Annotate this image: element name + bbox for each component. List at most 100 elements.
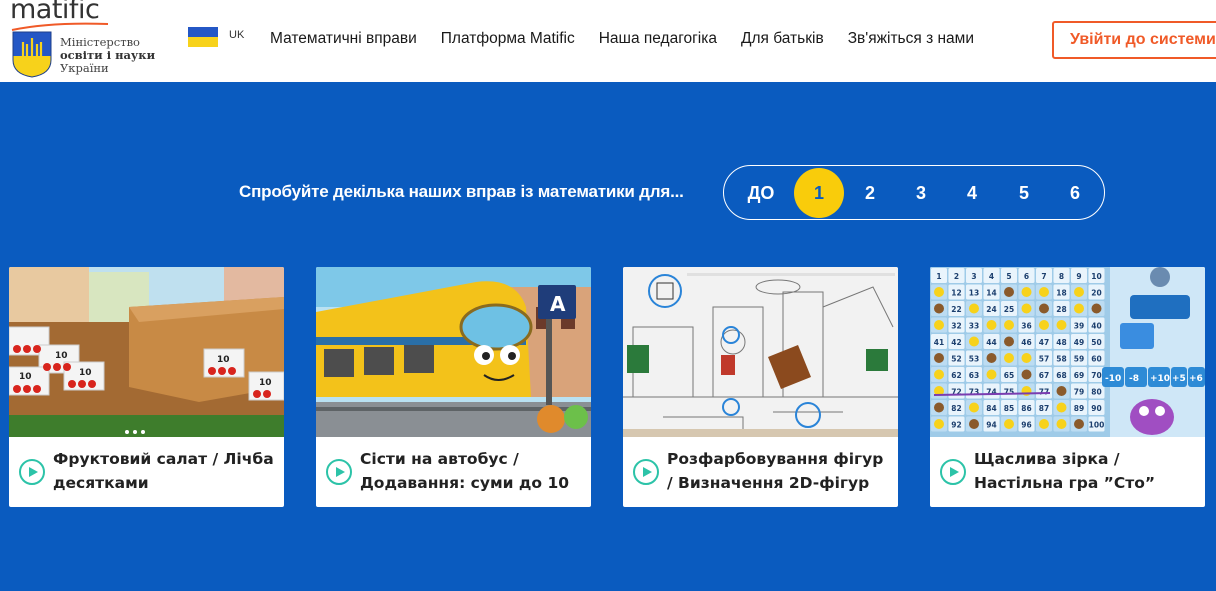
play-icon[interactable]: [940, 459, 966, 485]
nav-contact[interactable]: Зв'яжіться з нами: [848, 30, 974, 48]
bag-icon: [986, 353, 997, 363]
board-cell-number: 20: [1091, 289, 1101, 298]
star-icon: [1004, 353, 1014, 363]
fruit-box-label: 10: [259, 378, 272, 388]
star-icon: [1074, 303, 1084, 314]
board-cell-number: 12: [951, 289, 961, 298]
star-icon: [1021, 353, 1032, 363]
hundred-card: -10: [1105, 374, 1121, 384]
fruit-box-label: 10: [55, 351, 68, 361]
board-cell-number: 77: [1039, 388, 1049, 397]
fruit-box-label: 10: [217, 355, 230, 365]
board-cell-number: 2: [954, 272, 959, 281]
board-cell-number: 62: [951, 371, 961, 380]
play-icon[interactable]: [19, 459, 45, 485]
card-thumbnail: [623, 267, 898, 437]
hundred-card: +10: [1150, 374, 1170, 384]
board-cell-number: 96: [1021, 421, 1031, 430]
bus-illustration: A: [316, 267, 591, 437]
login-button[interactable]: Увійти до системи: [1052, 21, 1216, 59]
hundred-card: +6: [1189, 374, 1203, 384]
board-cell-number: 89: [1074, 404, 1084, 413]
nav-platform[interactable]: Платформа Matific: [441, 30, 575, 48]
grade-prompt: Спробуйте декілька наших вправ із матема…: [239, 182, 684, 201]
exercise-card-shapes[interactable]: Розфарбовування фігур / Визначення 2D-фі…: [623, 267, 898, 507]
board-cell-number: 4: [989, 272, 994, 281]
nav-parents[interactable]: Для батьків: [741, 30, 824, 48]
fruit-box-label: 10: [19, 372, 32, 382]
board-cell-number: 59: [1074, 355, 1084, 364]
language-code: UK: [229, 29, 245, 41]
grade-button-5[interactable]: 5: [999, 168, 1049, 218]
fruit-salad-illustration: 10 10 10 10 10: [9, 267, 284, 437]
board-cell-number: 87: [1039, 404, 1049, 413]
star-icon: [934, 369, 944, 380]
board-cell-number: 85: [1004, 404, 1014, 413]
board-cell-number: 1: [936, 272, 941, 281]
bag-icon: [1004, 287, 1014, 297]
board-cell-number: 44: [986, 338, 996, 347]
bus-stop-sign: A: [550, 292, 566, 316]
board-cell-number: 94: [986, 421, 996, 430]
board-cell-number: 32: [951, 322, 961, 331]
exercise-card-lucky-star[interactable]: 1 2 3 4 5 6 7 8 9 10 12 13 14 18 20 22 24 25 28 32 33 36 39 40 4…: [930, 267, 1205, 507]
board-cell-number: 52: [951, 355, 961, 364]
bag-icon: [1056, 386, 1067, 396]
grade-button-3[interactable]: 3: [896, 168, 946, 218]
grade-button-6[interactable]: 6: [1050, 168, 1100, 218]
star-icon: [1004, 419, 1014, 429]
star-icon: [1021, 287, 1032, 297]
hundred-board-illustration: 1 2 3 4 5 6 7 8 9 1012 13 14 18 2022 24 25 2832 33 36 39 404…: [930, 267, 1205, 437]
card-title[interactable]: Фруктовий салат / Лічба десятками: [53, 447, 278, 495]
board-cell-number: 9: [1076, 272, 1081, 281]
ministry-emblem-icon: [12, 31, 52, 78]
star-icon: [1004, 320, 1014, 330]
grade-button-4[interactable]: 4: [947, 168, 997, 218]
board-cell-number: 86: [1021, 404, 1031, 413]
card-title[interactable]: Сісти на автобус / Додавання: суми до 10: [360, 447, 585, 495]
board-cell-number: 48: [1056, 338, 1066, 347]
board-cell-number: 39: [1074, 322, 1084, 331]
star-icon: [1056, 402, 1067, 413]
grade-button-pre[interactable]: ДО: [736, 168, 786, 218]
board-cell-number: 82: [951, 404, 961, 413]
grade-button-2[interactable]: 2: [845, 168, 895, 218]
bag-icon: [969, 419, 979, 429]
board-cell-number: 36: [1021, 322, 1031, 331]
nav-pedagogy[interactable]: Наша педагогіка: [599, 30, 717, 48]
board-cell-number: 14: [986, 289, 996, 298]
board-cell-number: 92: [951, 421, 961, 430]
ministry-line-3: України: [60, 61, 109, 75]
bag-icon: [1021, 369, 1032, 380]
card-title[interactable]: Розфарбовування фігур / Визначення 2D-фі…: [667, 447, 892, 495]
board-cell-number: 28: [1056, 305, 1066, 314]
board-cell-number: 33: [969, 322, 979, 331]
grade-selector: ДО 1 2 3 4 5 6: [723, 165, 1105, 220]
card-title[interactable]: Щаслива зірка / Настільна гра ”Сто”: [974, 447, 1199, 495]
card-thumbnail: 1 2 3 4 5 6 7 8 9 10 12 13 14 18 20 22 24 25 28 32 33 36 39 40 4…: [930, 267, 1205, 437]
ministry-label: Міністерство освіти і науки України: [60, 36, 155, 75]
star-icon: [1056, 419, 1067, 429]
board-cell-number: 60: [1091, 355, 1101, 364]
play-icon[interactable]: [633, 459, 659, 485]
board-cell-number: 57: [1039, 355, 1049, 364]
nav-math-exercises[interactable]: Математичні вправи: [270, 30, 417, 48]
board-cell-number: 74: [986, 388, 996, 397]
board-cell-number: 75: [1004, 388, 1014, 397]
hundred-card: +5: [1172, 374, 1186, 384]
board-cell-number: 50: [1091, 338, 1101, 347]
bag-icon: [1091, 303, 1102, 314]
grade-button-1[interactable]: 1: [794, 168, 844, 218]
matific-logo[interactable]: matific Міністерство освіти і науки Укра…: [8, 0, 168, 82]
exercise-card-fruit-salad[interactable]: 10 10 10 10 10 Фруктовий салат / Лічба д…: [9, 267, 284, 507]
board-cell-number: 68: [1056, 371, 1066, 380]
exercise-card-bus[interactable]: A Сісти на автобус / Додавання: суми до …: [316, 267, 591, 507]
play-icon[interactable]: [326, 459, 352, 485]
star-icon: [969, 336, 979, 347]
bag-icon: [934, 402, 944, 413]
star-icon: [934, 287, 944, 297]
hundred-card: -8: [1129, 374, 1139, 384]
card-thumbnail: A: [316, 267, 591, 437]
board-cell-number: 8: [1059, 272, 1064, 281]
board-cell-number: 84: [986, 404, 996, 413]
